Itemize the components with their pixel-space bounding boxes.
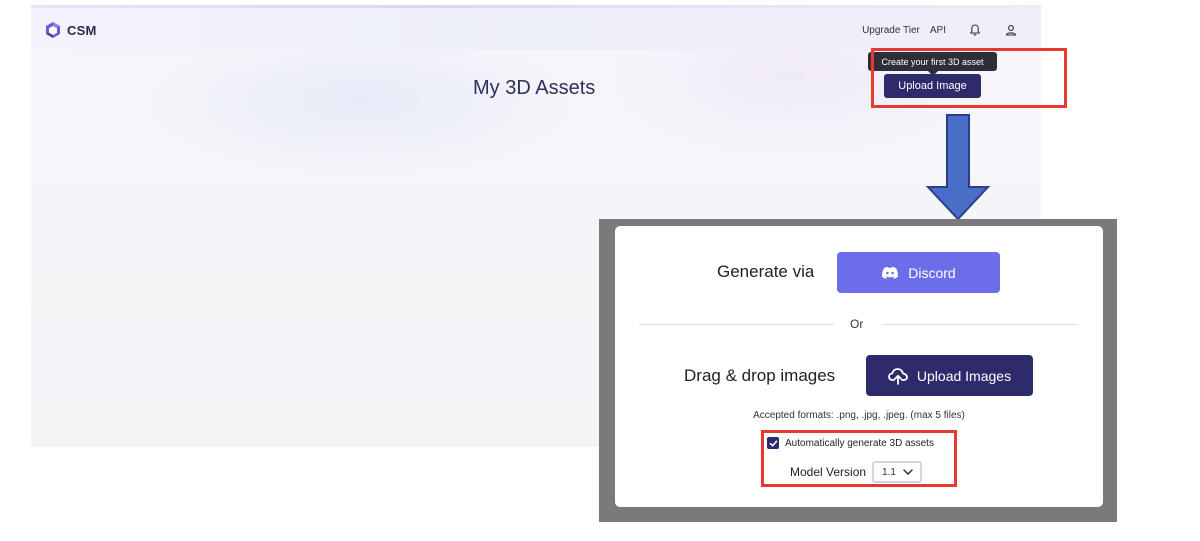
header: CSM Upgrade Tier API <box>31 8 1041 50</box>
top-nav: Upgrade Tier API <box>862 23 1018 37</box>
highlight-box-options <box>761 430 957 487</box>
discord-button-label: Discord <box>908 264 956 281</box>
logo-mark <box>46 22 60 38</box>
highlight-box-upload <box>871 48 1067 108</box>
divider-right <box>882 324 1078 325</box>
divider-left <box>639 324 834 325</box>
or-text: Or <box>850 317 864 331</box>
nav-api[interactable]: API <box>930 25 946 36</box>
brand-name: CSM <box>67 22 97 38</box>
generate-via-label: Generate via <box>717 262 815 281</box>
discord-icon <box>882 266 899 279</box>
user-icon[interactable] <box>1004 23 1018 37</box>
nav-upgrade-tier[interactable]: Upgrade Tier <box>862 25 920 36</box>
bell-icon[interactable] <box>968 23 982 37</box>
logo[interactable]: CSM <box>44 21 97 39</box>
upload-images-label: Upload Images <box>916 367 1012 384</box>
cloud-upload-icon <box>888 367 908 385</box>
down-arrow <box>925 114 991 221</box>
page-title: My 3D Assets <box>473 77 596 99</box>
upload-images-button[interactable]: Upload Images <box>866 355 1033 396</box>
accepted-formats-text: Accepted formats: .png, .jpg, .jpeg. (ma… <box>753 410 965 421</box>
discord-button[interactable]: Discord <box>837 252 1000 293</box>
drag-drop-label: Drag & drop images <box>684 366 836 385</box>
